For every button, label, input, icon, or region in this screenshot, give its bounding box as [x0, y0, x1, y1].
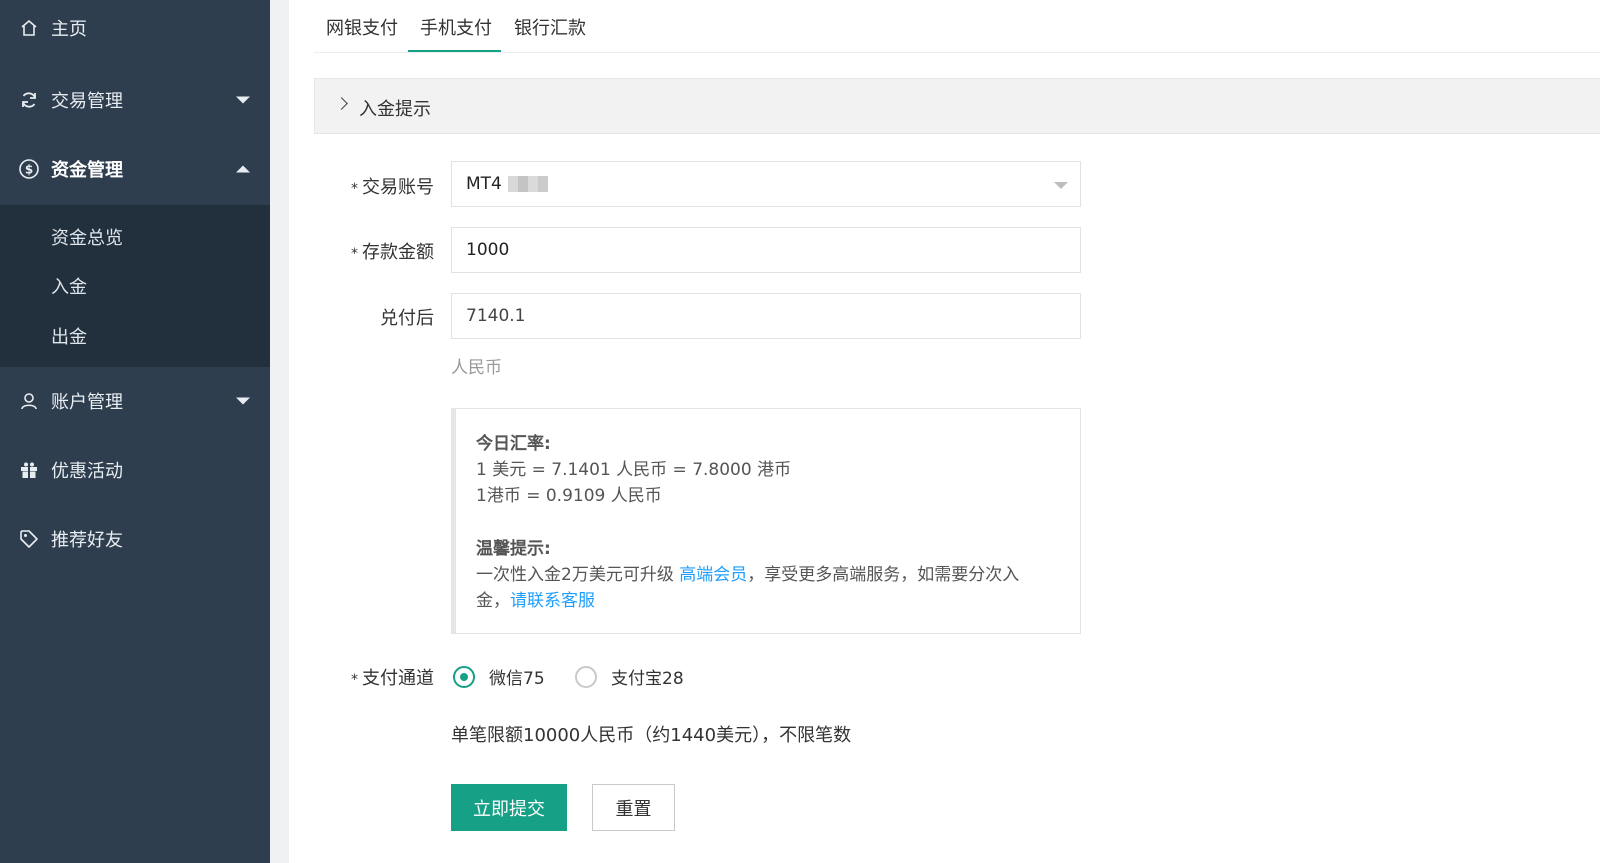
contact-support-link[interactable]: 请联系客服: [510, 591, 595, 611]
radio-selected-icon: [453, 665, 475, 688]
collapse-title: 入金提示: [359, 99, 431, 120]
svg-text:$: $: [25, 163, 33, 177]
account-value: MT4: [466, 174, 502, 194]
sidebar: 主页 交易管理 $ 资金管理 资金总览 入金 出金 账户管理 优惠活动 推荐好友: [0, 0, 270, 863]
tip-title: 温馨提示:: [476, 539, 551, 559]
blurred-account-number: [507, 176, 548, 192]
refresh-icon: [18, 89, 40, 111]
exchange-rate-notice: 今日汇率: 1 美元 = 7.1401 人民币 = 7.8000 港币 1港币 …: [451, 408, 1081, 634]
rate-title: 今日汇率:: [476, 434, 551, 454]
gift-icon: [18, 459, 40, 481]
dollar-icon: $: [18, 158, 40, 180]
home-icon: [18, 17, 40, 39]
converted-amount-field: 7140.1: [451, 293, 1081, 339]
deposit-amount-input[interactable]: 1000: [451, 227, 1081, 273]
sidebar-item-promotions[interactable]: 优惠活动: [0, 442, 270, 498]
sidebar-item-trading[interactable]: 交易管理: [0, 72, 270, 128]
tab-mobile-payment[interactable]: 手机支付: [420, 14, 492, 40]
active-tab-indicator: [408, 50, 501, 52]
channel-label: * 支付通道: [351, 668, 434, 689]
user-icon: [18, 390, 40, 412]
radio-alipay[interactable]: 支付宝28: [575, 664, 684, 689]
converted-value: 7140.1: [466, 306, 526, 326]
caret-down-icon: [236, 96, 250, 104]
converted-label: 兑付后: [380, 308, 434, 329]
sidebar-item-funds[interactable]: $ 资金管理: [0, 141, 270, 197]
tip-line: 金，请联系客服: [476, 591, 595, 611]
radio-label: 支付宝28: [611, 669, 684, 689]
radio-label: 微信75: [489, 669, 545, 689]
rate-line: 1 美元 = 7.1401 人民币 = 7.8000 港币: [476, 460, 792, 480]
tab-bar-divider: [314, 52, 1600, 53]
chevron-right-icon: [335, 97, 348, 110]
tab-bank-transfer[interactable]: 银行汇款: [514, 14, 586, 40]
account-label: * 交易账号: [351, 177, 434, 198]
sidebar-item-label: 推荐好友: [51, 530, 123, 551]
amount-value: 1000: [466, 240, 510, 260]
deposit-tips-collapse[interactable]: 入金提示: [314, 78, 1600, 134]
tag-icon: [18, 528, 40, 550]
caret-down-icon: [236, 397, 250, 405]
submenu-item-withdraw[interactable]: 出金: [51, 323, 87, 349]
limit-text: 单笔限额10000人民币（约1440美元），不限笔数: [451, 725, 852, 746]
submenu-item-deposit[interactable]: 入金: [51, 273, 87, 299]
tip-line: 一次性入金2万美元可升级 高端会员，享受更多高端服务，如需要分次入: [476, 565, 1020, 585]
reset-button[interactable]: 重置: [592, 784, 675, 831]
premium-member-link[interactable]: 高端会员: [679, 565, 747, 585]
submenu-item-overview[interactable]: 资金总览: [51, 224, 123, 250]
tab-online-banking[interactable]: 网银支付: [326, 14, 398, 40]
sidebar-item-label: 主页: [51, 19, 87, 40]
radio-wechat[interactable]: 微信75: [453, 664, 545, 689]
amount-label: * 存款金额: [351, 242, 434, 263]
funds-submenu: 资金总览 入金 出金: [0, 205, 270, 367]
trading-account-select[interactable]: MT4: [451, 161, 1081, 207]
sidebar-item-referral[interactable]: 推荐好友: [0, 511, 270, 567]
sidebar-item-label: 优惠活动: [51, 461, 123, 482]
sidebar-item-label: 资金管理: [51, 160, 123, 181]
radio-unselected-icon: [575, 665, 597, 688]
sidebar-item-account[interactable]: 账户管理: [0, 373, 270, 429]
rate-line: 1港币 = 0.9109 人民币: [476, 486, 662, 506]
dropdown-arrow-icon: [1054, 182, 1068, 189]
content-gutter: [270, 0, 289, 863]
currency-hint: 人民币: [451, 358, 502, 378]
sidebar-item-label: 账户管理: [51, 392, 123, 413]
caret-up-icon: [236, 165, 250, 173]
sidebar-item-home[interactable]: 主页: [0, 0, 270, 56]
sidebar-item-label: 交易管理: [51, 91, 123, 112]
submit-button[interactable]: 立即提交: [451, 784, 567, 831]
